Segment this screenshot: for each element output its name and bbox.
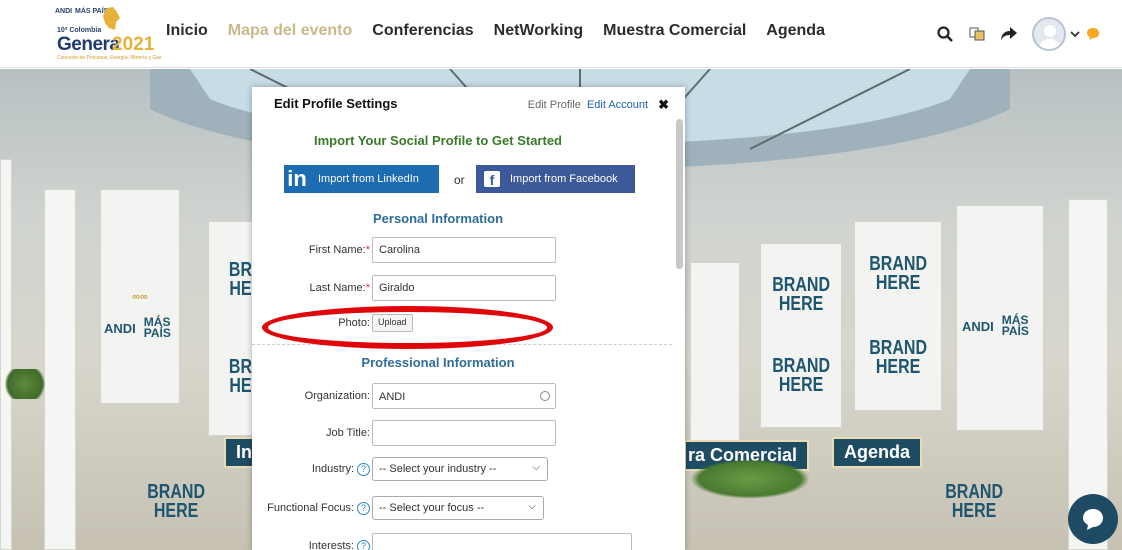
edit-account-link[interactable]: Edit Account [587,99,648,111]
search-icon[interactable] [936,25,954,43]
last-name-row: Last Name:* [252,275,685,303]
photo-row: Photo: Upload [252,310,685,338]
banner-left-1: ∞∞ [100,189,180,404]
industry-row: Industry:? -- Select your industry -- ⌵ [252,456,685,484]
organization-field[interactable]: ANDI [372,383,556,409]
brand-here-text: BRAND HERE [945,481,1003,522]
help-icon[interactable]: ? [357,463,370,476]
banner-right-3: BRAND HERE BRAND HERE [854,221,942,411]
last-name-field[interactable] [372,275,556,301]
andi-text: ANDI [962,318,994,334]
mas-pais-text: MÁS PAÍS [1001,313,1029,338]
job-title-label: Job Title: [325,427,370,439]
chevron-down-icon[interactable] [1070,30,1080,38]
sign-agenda[interactable]: Agenda [832,437,923,468]
andi-text: ANDI [104,320,136,336]
plant-left [0,369,50,399]
modal-header: Edit Profile Settings Edit Profile Edit … [252,87,685,123]
interests-label: Interests:? [309,540,370,550]
first-name-field[interactable] [372,237,556,263]
logo-year: 2021 [112,34,155,55]
top-navbar: ANDI MÁS PAÍS 10ª Colombia Genera 2021 C… [0,0,1122,68]
mas-pais-text: MÁS PAÍS [143,315,171,340]
edit-profile-modal: Edit Profile Settings Edit Profile Edit … [252,87,685,550]
nav-muestra-comercial[interactable]: Muestra Comercial [603,22,746,40]
first-name-row: First Name:* [252,237,685,265]
chat-bubble-icon[interactable] [1084,25,1102,43]
clear-icon[interactable] [540,391,550,401]
chevron-down-icon: ⌵ [528,501,536,512]
logo-tagline: Conexión de Procesos, Energía, Minería y… [57,55,162,61]
andi-mas-pais-left: ANDI MÁS PAÍS [104,315,171,340]
import-facebook-label: Import from Facebook [510,173,618,185]
modal-header-links: Edit Profile Edit Account ✖ [528,97,669,113]
functional-focus-select[interactable]: -- Select your focus -- ⌵ [372,496,544,520]
modal-title: Edit Profile Settings [274,96,398,111]
functional-focus-row: Functional Focus:? -- Select your focus … [252,495,685,523]
organization-row: Organization: ANDI [252,383,685,411]
nav-inicio[interactable]: Inicio [166,22,208,40]
banner-right-2: BRAND HERE BRAND HERE [760,243,842,428]
interests-row: Interests:? [252,533,685,550]
main-nav: Inicio Mapa del evento Conferencias NetW… [166,22,825,40]
brand-here-text: BRAND HERE [869,253,927,294]
nav-mapa-del-evento[interactable]: Mapa del evento [228,22,352,40]
translate-icon[interactable] [968,25,986,43]
logo-edition: 10ª Colombia [57,27,102,34]
industry-label: Industry:? [312,463,370,476]
section-divider [252,344,672,345]
help-icon[interactable]: ? [357,540,370,550]
help-icon[interactable]: ? [357,502,370,515]
import-facebook-button[interactable]: f Import from Facebook [476,165,635,193]
logo-andi-text: ANDI [55,8,73,15]
brand-here-text: BR HE [228,259,253,301]
functional-focus-label: Functional Focus:? [267,502,370,515]
logo-name: Genera [57,34,120,55]
upload-photo-button[interactable]: Upload [372,314,413,332]
interests-field[interactable] [372,533,632,550]
column-left-2 [0,159,12,550]
job-title-field[interactable] [372,420,556,446]
chat-launcher-button[interactable] [1068,494,1118,544]
organization-value: ANDI [379,391,406,403]
banner-right-1 [690,262,740,447]
nav-agenda[interactable]: Agenda [766,22,825,40]
organization-label: Organization: [304,390,370,402]
brand-here-text: BRAND HERE [147,481,205,522]
chat-icon [1083,509,1103,530]
personal-information-title: Personal Information [372,211,504,226]
first-name-label: First Name:* [308,244,370,256]
close-icon[interactable]: ✖ [658,97,669,113]
genera-2021-logo[interactable]: ANDI MÁS PAÍS 10ª Colombia Genera 2021 C… [55,6,162,62]
import-linkedin-label: Import from LinkedIn [318,173,419,185]
user-menu[interactable] [1032,17,1080,51]
functional-focus-value: -- Select your focus -- [379,502,485,514]
job-title-row: Job Title: [252,420,685,448]
andi-mas-pais-right: ANDI MÁS PAÍS [962,313,1029,338]
industry-select[interactable]: -- Select your industry -- ⌵ [372,457,548,481]
import-title: Import Your Social Profile to Get Starte… [313,133,562,148]
or-text: or [454,173,465,187]
chevron-down-icon: ⌵ [532,462,540,473]
linkedin-icon: in [287,166,307,191]
nav-networking[interactable]: NetWorking [494,22,583,40]
nav-conferencias[interactable]: Conferencias [372,22,473,40]
edit-profile-link[interactable]: Edit Profile [528,99,581,111]
plant-right [690,459,810,499]
photo-label: Photo: [338,317,370,329]
brand-here-text: BRAND HERE [869,337,927,378]
brand-here-text: BR HE [228,355,253,397]
facebook-icon: f [484,171,500,188]
import-linkedin-button[interactable]: in Import from LinkedIn [284,165,439,193]
last-name-label: Last Name:* [309,282,370,294]
banner-left-2: BR HE BR HE [208,221,256,436]
brand-here-text: BRAND HERE [772,355,830,397]
brand-here-text: BRAND HERE [772,273,830,315]
header-actions [936,14,1102,54]
professional-information-title: Professional Information [361,355,515,370]
avatar[interactable] [1032,17,1066,51]
industry-value: -- Select your industry -- [379,463,497,475]
share-icon[interactable] [1000,25,1018,43]
